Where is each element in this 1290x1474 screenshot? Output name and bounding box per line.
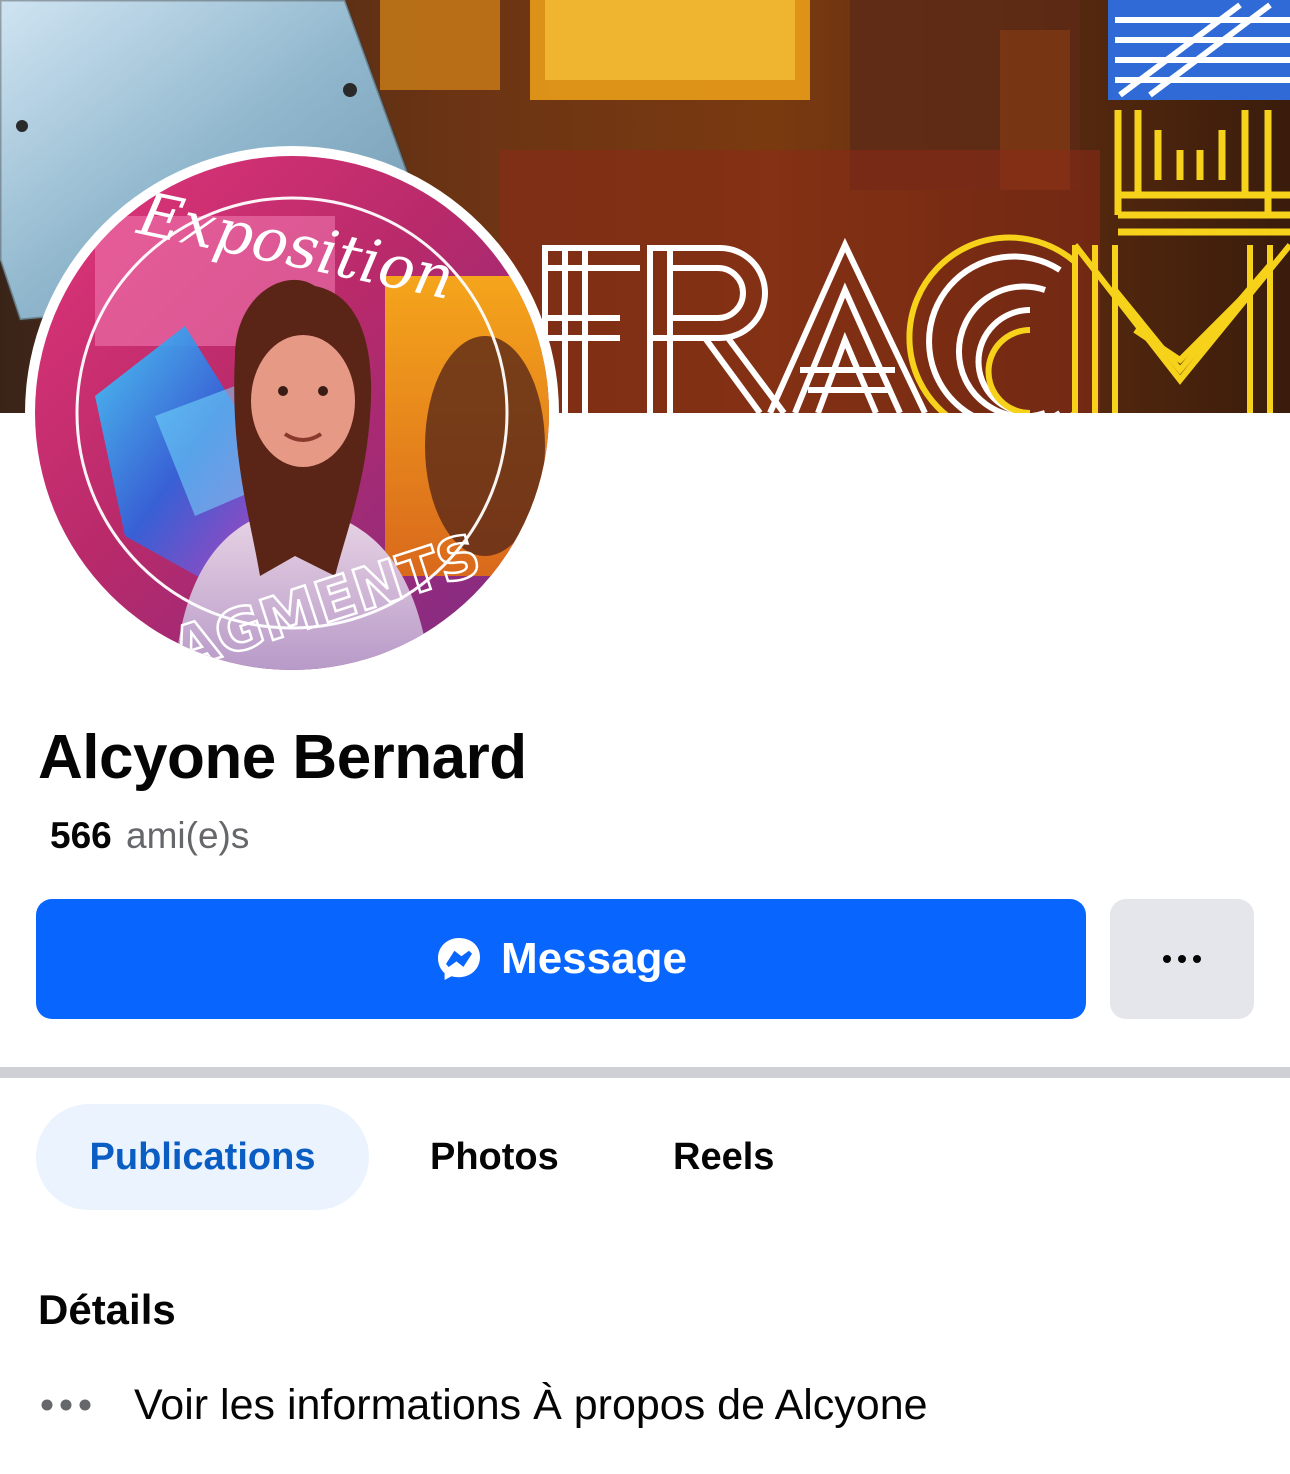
- tab-reels[interactable]: Reels: [673, 1104, 774, 1210]
- more-options-button[interactable]: [1110, 899, 1254, 1019]
- friends-count-link[interactable]: 566 ami(e)s: [50, 815, 249, 857]
- profile-picture-image: Exposition FRAGMENTS: [35, 156, 549, 670]
- friends-label: ami(e)s: [126, 815, 250, 856]
- message-button[interactable]: Message: [36, 899, 1086, 1019]
- tab-photos[interactable]: Photos: [430, 1104, 559, 1210]
- details-heading: Détails: [38, 1286, 176, 1333]
- about-info-link[interactable]: Voir les informations À propos de Alcyon…: [40, 1376, 928, 1434]
- about-info-text: Voir les informations À propos de Alcyon…: [134, 1380, 928, 1429]
- more-dots-icon: [41, 1399, 91, 1411]
- message-button-label: Message: [501, 934, 687, 983]
- more-options-icon: [1163, 955, 1201, 963]
- messenger-icon: [438, 938, 481, 980]
- profile-picture[interactable]: Exposition FRAGMENTS: [25, 146, 559, 680]
- section-divider: [0, 1067, 1290, 1078]
- profile-name: Alcyone Bernard: [38, 723, 527, 792]
- friends-count: 566: [50, 815, 112, 856]
- tab-publications[interactable]: Publications: [36, 1104, 369, 1210]
